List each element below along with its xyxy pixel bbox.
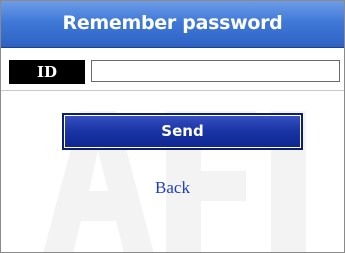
title-bar: Remember password	[1, 1, 344, 48]
back-link[interactable]: Back	[1, 178, 344, 198]
remember-password-panel: Remember password ID Send Back	[0, 0, 345, 253]
send-button[interactable]: Send	[62, 113, 303, 150]
id-row: ID	[1, 48, 344, 91]
page-title: Remember password	[62, 12, 283, 34]
background-watermark	[43, 111, 306, 252]
id-label: ID	[9, 60, 85, 84]
id-input[interactable]	[91, 60, 340, 82]
